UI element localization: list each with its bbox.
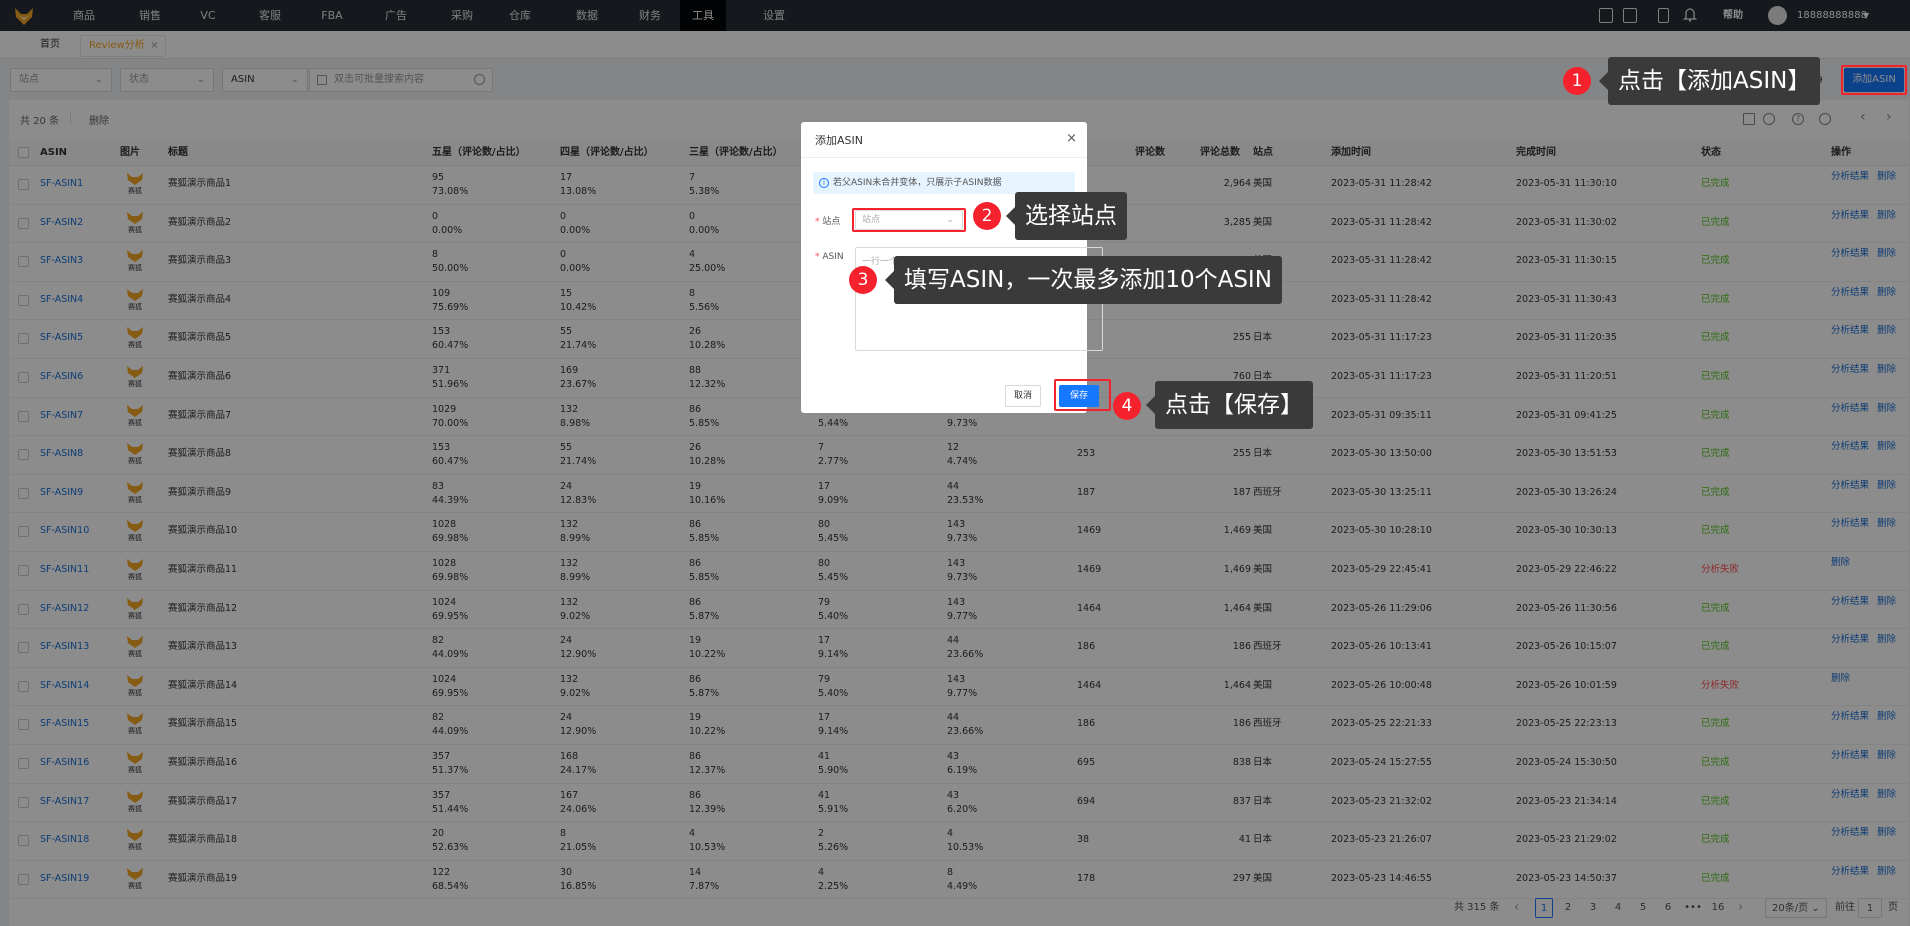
site-label-text: 站点 xyxy=(822,217,841,227)
save-button-highlight xyxy=(1054,379,1111,411)
callout-1: 点击【添加ASIN】 xyxy=(1598,57,1821,105)
step-badge-1: 1 xyxy=(1563,67,1591,95)
callout-3: 填写ASIN，一次最多添加10个ASIN xyxy=(885,256,1282,304)
site-label: * 站点 xyxy=(815,217,841,227)
step-badge-3: 3 xyxy=(849,266,877,294)
info-text: 若父ASIN未合并变体，只展示子ASIN数据 xyxy=(833,178,1002,188)
step-badge-4: 4 xyxy=(1113,392,1141,420)
step-badge-2: 2 xyxy=(973,202,1001,230)
modal-divider xyxy=(801,157,1087,158)
close-icon[interactable]: × xyxy=(1066,131,1077,146)
asin-label-text: ASIN xyxy=(822,252,844,262)
modal-title: 添加ASIN xyxy=(815,134,863,147)
callout-4: 点击【保存】 xyxy=(1146,381,1313,429)
page: 商品 销售 VC 客服 FBA 广告 采购 仓库 数据 财务 工具 设置 帮助 18888888888… xyxy=(0,0,1910,926)
add-button-highlight xyxy=(1841,65,1907,95)
asin-label: * ASIN xyxy=(815,252,844,262)
info-alert: i 若父ASIN未合并变体，只展示子ASIN数据 xyxy=(813,172,1075,194)
site-select-highlight xyxy=(852,208,966,232)
cancel-button[interactable]: 取消 xyxy=(1005,385,1041,407)
info-icon: i xyxy=(819,178,829,188)
callout-2: 选择站点 xyxy=(1006,192,1127,240)
